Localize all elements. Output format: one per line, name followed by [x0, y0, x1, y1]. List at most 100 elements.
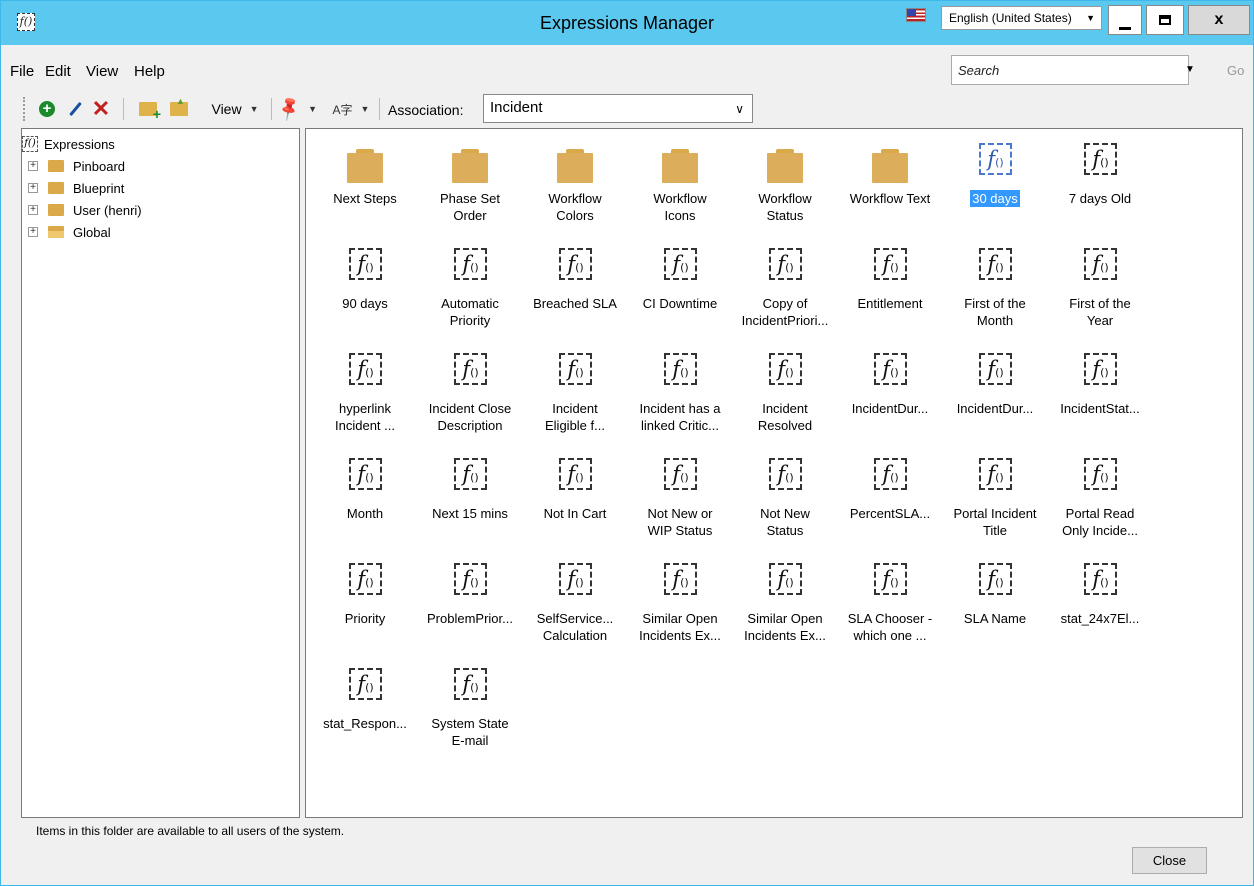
- expression-item[interactable]: f() Copy of IncidentPriori...: [731, 248, 839, 338]
- expression-item[interactable]: f() Similar Open Incidents Ex...: [626, 563, 734, 653]
- expression-item[interactable]: f() Not New or WIP Status: [626, 458, 734, 548]
- tree-root-expressions[interactable]: f() Expressions: [22, 133, 115, 155]
- item-label: Next 15 mins: [416, 505, 524, 522]
- minimize-icon: [1119, 27, 1131, 30]
- fx-paren: (): [1100, 471, 1109, 484]
- tree-item-blueprint[interactable]: + Blueprint: [28, 177, 124, 199]
- search-input[interactable]: [952, 56, 1162, 84]
- expression-item[interactable]: f() IncidentDur...: [941, 353, 1049, 443]
- toolbar-grip[interactable]: [23, 97, 26, 121]
- tree-item-label: Pinboard: [73, 158, 126, 174]
- expression-item[interactable]: f() Not In Cart: [521, 458, 629, 548]
- expression-item[interactable]: f() 7 days Old: [1046, 143, 1154, 233]
- expression-item[interactable]: f() Entitlement: [836, 248, 944, 338]
- expression-item[interactable]: f() Incident Resolved: [731, 353, 839, 443]
- folder-item[interactable]: Workflow Text: [836, 143, 944, 233]
- item-label-line: linked Critic...: [640, 418, 720, 433]
- expression-item[interactable]: f() Similar Open Incidents Ex...: [731, 563, 839, 653]
- fx-glyph: f: [357, 462, 366, 486]
- up-folder-button[interactable]: [166, 96, 192, 121]
- close-button[interactable]: Close: [1132, 847, 1207, 874]
- expression-item[interactable]: f() Incident Eligible f...: [521, 353, 629, 443]
- delete-button[interactable]: ✕: [88, 97, 114, 121]
- item-label: Incident Close Description: [416, 400, 524, 434]
- folder-item[interactable]: Workflow Status: [731, 143, 839, 233]
- expression-item[interactable]: f() Portal Read Only Incide...: [1046, 458, 1154, 548]
- expression-item[interactable]: f() stat_24x7El...: [1046, 563, 1154, 653]
- folder-item[interactable]: Phase Set Order: [416, 143, 524, 233]
- expression-item[interactable]: f() First of the Year: [1046, 248, 1154, 338]
- fx-paren: (): [1100, 156, 1109, 169]
- menu-help[interactable]: Help: [134, 63, 165, 80]
- folder-icon: [48, 182, 64, 194]
- fx-icon: f(): [979, 353, 1012, 385]
- expression-item[interactable]: f() Month: [311, 458, 419, 548]
- expand-icon[interactable]: +: [28, 227, 38, 237]
- fx-icon: f(): [349, 668, 382, 700]
- font-dropdown[interactable]: A字 ▼: [327, 97, 375, 121]
- expression-item[interactable]: f() Automatic Priority: [416, 248, 524, 338]
- item-label-line: PercentSLA...: [849, 506, 931, 521]
- item-label-line: Incident has a: [639, 401, 721, 416]
- close-icon: x: [1214, 11, 1224, 28]
- expression-item[interactable]: f() stat_Respon...: [311, 668, 419, 758]
- item-label-line: stat_24x7El...: [1060, 611, 1140, 626]
- tree-item-user[interactable]: + User (henri): [28, 199, 142, 221]
- item-label-line: hyperlink: [338, 401, 392, 416]
- folder-item[interactable]: Workflow Icons: [626, 143, 734, 233]
- expression-item[interactable]: f() IncidentDur...: [836, 353, 944, 443]
- expression-item[interactable]: f() CI Downtime: [626, 248, 734, 338]
- go-button[interactable]: Go: [1227, 63, 1244, 78]
- expression-item[interactable]: f() 90 days: [311, 248, 419, 338]
- expression-item[interactable]: f() First of the Month: [941, 248, 1049, 338]
- tree-item-global[interactable]: + Global: [28, 221, 111, 243]
- expression-item[interactable]: f() System State E-mail: [416, 668, 524, 758]
- add-button[interactable]: +: [35, 97, 59, 121]
- menu-file[interactable]: File: [10, 63, 34, 80]
- item-label-line: First of the: [964, 296, 1026, 311]
- close-window-button[interactable]: x: [1188, 5, 1250, 35]
- folder-item[interactable]: Workflow Colors: [521, 143, 629, 233]
- association-select[interactable]: Incident ∨: [483, 94, 753, 123]
- view-dropdown[interactable]: View ▼: [204, 97, 266, 121]
- fx-paren: (): [1100, 576, 1109, 589]
- item-label: SelfService... Calculation: [521, 610, 629, 644]
- fx-glyph: f: [567, 462, 576, 486]
- item-label-line: Icons: [664, 208, 696, 223]
- edit-button[interactable]: [63, 97, 87, 121]
- pin-dropdown[interactable]: 📌 ▼: [275, 95, 319, 123]
- expression-item[interactable]: f() Breached SLA: [521, 248, 629, 338]
- expression-item[interactable]: f() Priority: [311, 563, 419, 653]
- new-folder-button[interactable]: [134, 97, 162, 122]
- expression-item[interactable]: f() SLA Name: [941, 563, 1049, 653]
- menu-view[interactable]: View: [86, 63, 118, 80]
- language-select[interactable]: English (United States) ▼: [941, 6, 1102, 30]
- folder-item[interactable]: Next Steps: [311, 143, 419, 233]
- expand-icon[interactable]: +: [28, 205, 38, 215]
- expression-item[interactable]: f() SelfService... Calculation: [521, 563, 629, 653]
- expression-item[interactable]: f() IncidentStat...: [1046, 353, 1154, 443]
- fx-icon: f(): [349, 458, 382, 490]
- expand-icon[interactable]: +: [28, 161, 38, 171]
- expression-item[interactable]: f() 30 days: [941, 143, 1049, 233]
- menu-edit[interactable]: Edit: [45, 63, 71, 80]
- search-dropdown-icon[interactable]: ▼: [1185, 64, 1195, 75]
- item-label-line: Not In Cart: [543, 506, 607, 521]
- fx-icon: f(): [769, 458, 802, 490]
- expression-item[interactable]: f() hyperlink Incident ...: [311, 353, 419, 443]
- expression-item[interactable]: f() Incident Close Description: [416, 353, 524, 443]
- fx-icon: f(): [874, 248, 907, 280]
- expression-item[interactable]: f() SLA Chooser - which one ...: [836, 563, 944, 653]
- expression-item[interactable]: f() Next 15 mins: [416, 458, 524, 548]
- expression-item[interactable]: f() Portal Incident Title: [941, 458, 1049, 548]
- expression-item[interactable]: f() Incident has a linked Critic...: [626, 353, 734, 443]
- expression-item[interactable]: f() ProblemPrior...: [416, 563, 524, 653]
- expression-item[interactable]: f() PercentSLA...: [836, 458, 944, 548]
- title-bar[interactable]: f() Expressions Manager English (United …: [1, 1, 1253, 45]
- minimize-button[interactable]: [1108, 5, 1142, 35]
- tree-item-pinboard[interactable]: + Pinboard: [28, 155, 125, 177]
- search-box[interactable]: [951, 55, 1189, 85]
- expression-item[interactable]: f() Not New Status: [731, 458, 839, 548]
- expand-icon[interactable]: +: [28, 183, 38, 193]
- maximize-button[interactable]: [1146, 5, 1184, 35]
